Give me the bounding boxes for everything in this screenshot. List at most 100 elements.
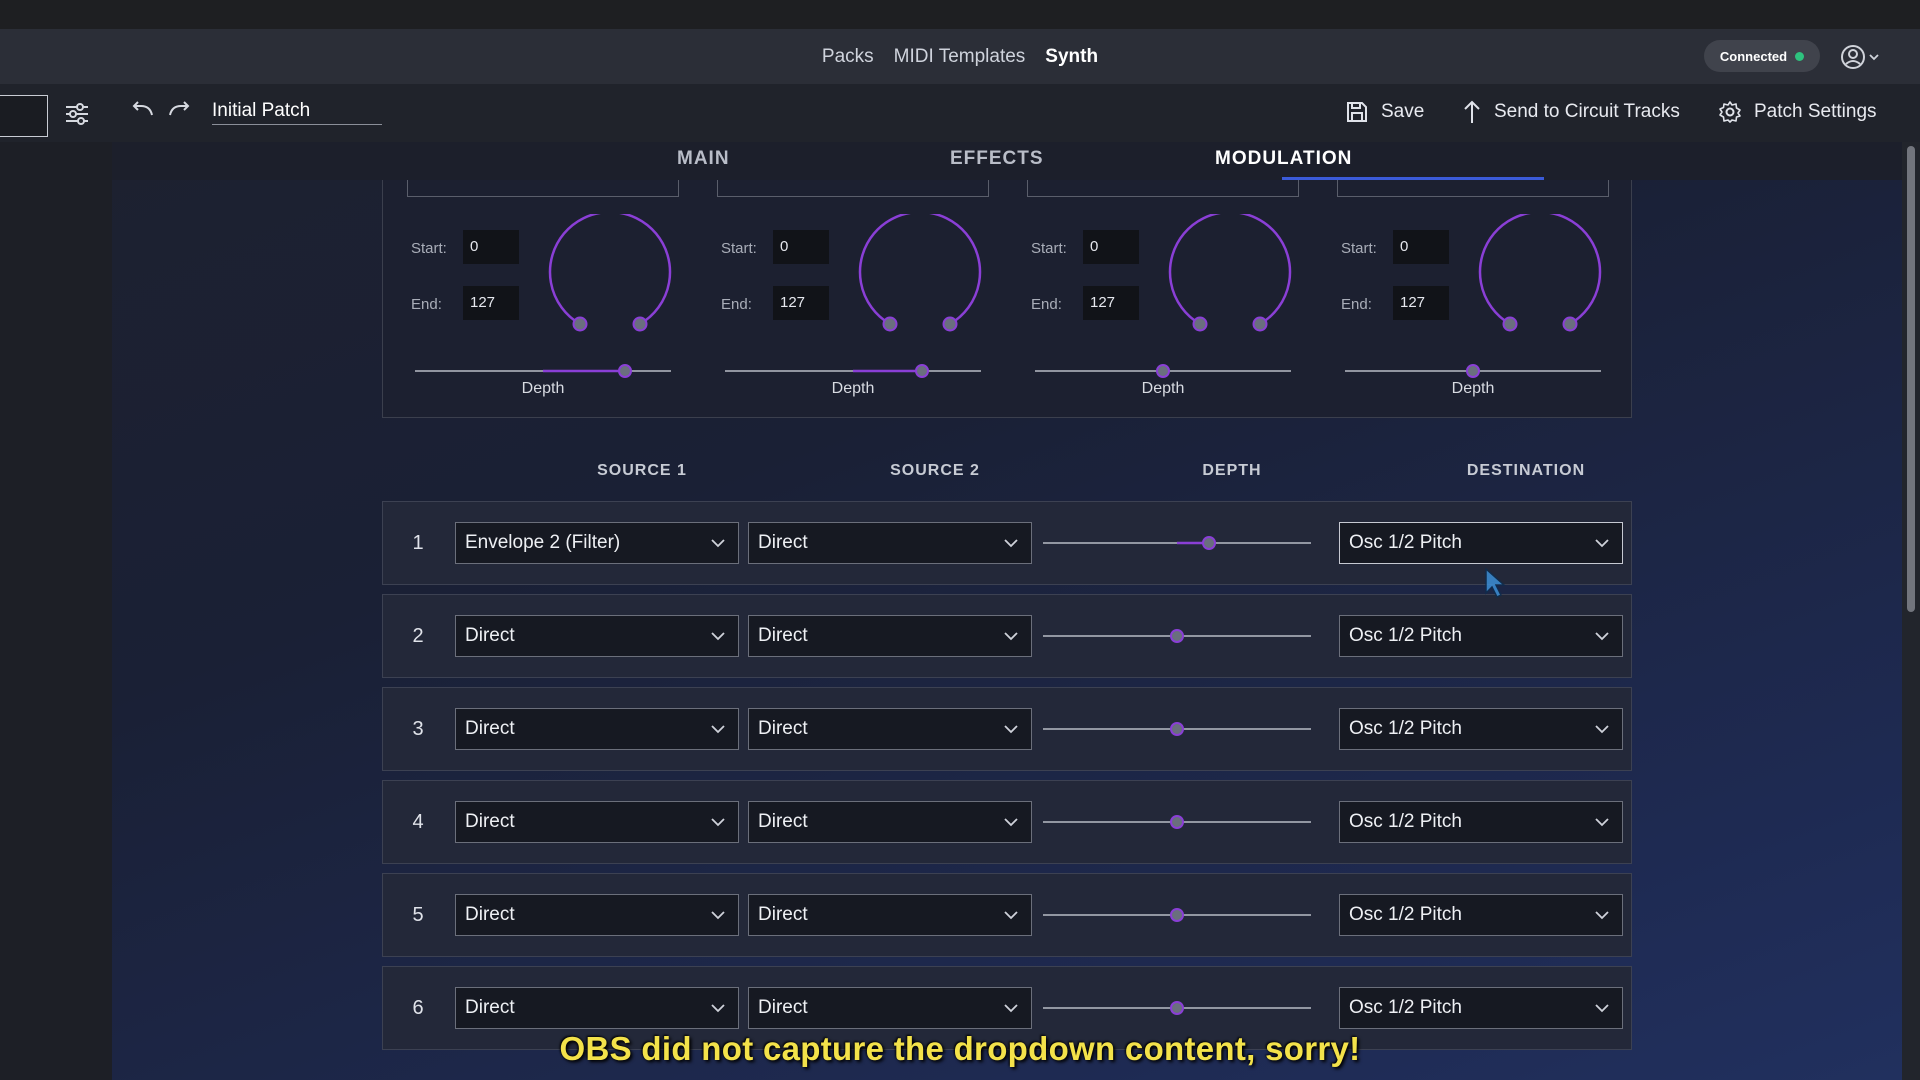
depth-slider-graphic[interactable]	[1043, 997, 1311, 1019]
source-2-dropdown[interactable]: Direct	[748, 615, 1032, 657]
range-knob-graphic	[858, 210, 982, 332]
end-value-field[interactable]: 127	[773, 286, 829, 320]
mod-matrix-row: 2 Direct Direct Osc 1/2 Pitch	[382, 594, 1632, 678]
destination-dropdown[interactable]: Osc 1/2 Pitch	[1339, 801, 1623, 843]
slider-knob	[1466, 364, 1480, 378]
depth-slider[interactable]	[1043, 532, 1311, 554]
source-2-dropdown[interactable]: Direct	[748, 894, 1032, 936]
tab-main[interactable]: MAIN	[677, 148, 730, 170]
send-to-circuit-tracks-button[interactable]: Send to Circuit Tracks	[1462, 96, 1680, 128]
macro-top-field[interactable]	[717, 180, 989, 197]
chevron-down-icon	[1004, 911, 1018, 920]
depth-slider[interactable]	[1043, 718, 1311, 740]
depth-slider[interactable]	[1043, 811, 1311, 833]
slider-knob	[1156, 364, 1170, 378]
send-label: Send to Circuit Tracks	[1494, 101, 1680, 122]
source-1-dropdown[interactable]: Direct	[455, 894, 739, 936]
nav-links: Packs MIDI Templates Synth	[0, 29, 1920, 84]
source-2-dropdown[interactable]: Direct	[748, 522, 1032, 564]
depth-slider-graphic[interactable]	[1043, 625, 1311, 647]
patch-name-field[interactable]: Initial Patch	[212, 98, 382, 125]
source-2-dropdown-value: Direct	[758, 811, 808, 832]
source-2-dropdown-value: Direct	[758, 625, 808, 646]
patch-browser-box[interactable]	[0, 95, 48, 137]
macro-depth-label: Depth	[1451, 380, 1495, 397]
start-value-field[interactable]: 0	[1393, 230, 1449, 264]
patch-toolbar: Initial Patch Save Send to Circuit Track…	[0, 84, 1920, 142]
source-1-dropdown[interactable]: Direct	[455, 615, 739, 657]
range-knob[interactable]	[1167, 210, 1293, 349]
macro-depth-slider[interactable]	[415, 360, 671, 378]
connection-status-label: Connected	[1719, 48, 1788, 64]
nav-link-packs[interactable]: Packs	[822, 46, 874, 68]
slider-knob	[1202, 536, 1216, 550]
depth-slider[interactable]	[1043, 997, 1311, 1019]
start-value-field[interactable]: 0	[1083, 230, 1139, 264]
destination-dropdown[interactable]: Osc 1/2 Pitch	[1339, 522, 1623, 564]
row-number: 5	[412, 904, 424, 926]
nav-link-midi-templates[interactable]: MIDI Templates	[894, 46, 1026, 68]
destination-dropdown[interactable]: Osc 1/2 Pitch	[1339, 987, 1623, 1029]
destination-dropdown[interactable]: Osc 1/2 Pitch	[1339, 615, 1623, 657]
range-knob[interactable]	[547, 210, 673, 349]
macro-depth-slider-graphic[interactable]	[1035, 360, 1291, 382]
macro-depth-slider-graphic[interactable]	[415, 360, 671, 382]
nav-link-synth[interactable]: Synth	[1045, 46, 1098, 68]
source-1-dropdown-value: Envelope 2 (Filter)	[465, 532, 621, 553]
depth-slider-graphic[interactable]	[1043, 904, 1311, 926]
start-value-field[interactable]: 0	[773, 230, 829, 264]
start-label: Start:	[411, 240, 447, 257]
macro-top-field[interactable]	[1027, 180, 1299, 197]
macro-top-field[interactable]	[1337, 180, 1609, 197]
chevron-down-icon	[711, 1004, 725, 1013]
scrollbar-thumb[interactable]	[1907, 146, 1915, 612]
vertical-scrollbar[interactable]	[1902, 142, 1920, 1080]
end-value-field[interactable]: 127	[463, 286, 519, 320]
source-1-dropdown[interactable]: Direct	[455, 708, 739, 750]
macro-top-field[interactable]	[407, 180, 679, 197]
destination-dropdown[interactable]: Osc 1/2 Pitch	[1339, 708, 1623, 750]
depth-slider[interactable]	[1043, 625, 1311, 647]
source-2-dropdown[interactable]: Direct	[748, 708, 1032, 750]
redo-icon[interactable]	[166, 100, 192, 120]
depth-slider-graphic[interactable]	[1043, 811, 1311, 833]
depth-slider[interactable]	[1043, 904, 1311, 926]
range-knob[interactable]	[1477, 210, 1603, 349]
source-2-dropdown[interactable]: Direct	[748, 801, 1032, 843]
macro-depth-slider[interactable]	[1345, 360, 1601, 378]
save-label: Save	[1381, 101, 1425, 122]
slider-knob	[618, 364, 632, 378]
chevron-down-icon	[1869, 54, 1879, 61]
source-1-dropdown[interactable]: Direct	[455, 987, 739, 1029]
tab-modulation[interactable]: MODULATION	[1215, 148, 1352, 170]
source-1-dropdown[interactable]: Direct	[455, 801, 739, 843]
destination-dropdown[interactable]: Osc 1/2 Pitch	[1339, 894, 1623, 936]
depth-slider-graphic[interactable]	[1043, 718, 1311, 740]
chevron-down-icon	[1595, 725, 1609, 734]
header-source-2: SOURCE 2	[890, 462, 980, 479]
start-value-field[interactable]: 0	[463, 230, 519, 264]
chevron-down-icon	[1004, 725, 1018, 734]
range-knob[interactable]	[857, 210, 983, 349]
editor-tabs: MAIN EFFECTS MODULATION	[112, 142, 1902, 180]
sliders-icon[interactable]	[64, 102, 90, 126]
macro-depth-slider[interactable]	[1035, 360, 1291, 378]
end-value-field[interactable]: 127	[1083, 286, 1139, 320]
macro-depth-slider-graphic[interactable]	[1345, 360, 1601, 382]
patch-settings-button[interactable]: Patch Settings	[1718, 96, 1877, 128]
source-1-dropdown[interactable]: Envelope 2 (Filter)	[455, 522, 739, 564]
end-value-field[interactable]: 127	[1393, 286, 1449, 320]
undo-icon[interactable]	[130, 100, 156, 120]
macro-depth-slider[interactable]	[725, 360, 981, 378]
macro-depth-slider-graphic[interactable]	[725, 360, 981, 382]
chevron-down-icon	[711, 632, 725, 641]
source-2-dropdown[interactable]: Direct	[748, 987, 1032, 1029]
depth-slider-graphic[interactable]	[1043, 532, 1311, 554]
chevron-down-icon	[1004, 818, 1018, 827]
slider-knob	[1170, 1001, 1184, 1015]
tab-effects[interactable]: EFFECTS	[950, 148, 1044, 170]
destination-dropdown-value: Osc 1/2 Pitch	[1349, 997, 1462, 1018]
chevron-down-icon	[1004, 632, 1018, 641]
save-button[interactable]: Save	[1345, 96, 1424, 128]
user-menu[interactable]	[1840, 42, 1884, 72]
